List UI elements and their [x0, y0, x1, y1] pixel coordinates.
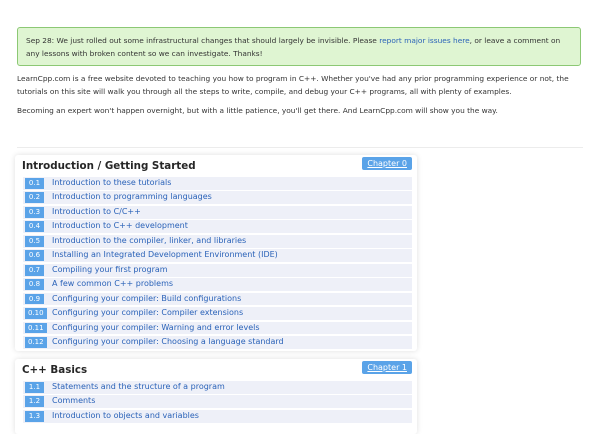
lesson-link[interactable]: Introduction to the compiler, linker, an…: [52, 235, 246, 248]
lesson-list: 0.1 Introduction to these tutorials 0.2 In…: [23, 177, 412, 351]
chapter-1-card: C++ Basics Chapter 1 1.1 Statements and t…: [15, 359, 417, 434]
lesson-number: 0.2: [25, 192, 44, 204]
lesson-link[interactable]: Configuring your compiler: Warning and e…: [52, 322, 260, 335]
chapter-0-card: Introduction / Getting Started Chapter 0…: [15, 155, 417, 351]
lesson-number: 0.9: [25, 293, 44, 305]
lesson-link[interactable]: Comments: [52, 395, 95, 408]
lesson-number: 0.3: [25, 206, 44, 218]
lesson-link[interactable]: Configuring your compiler: Choosing a la…: [52, 336, 284, 349]
lesson-row[interactable]: 0.1 Introduction to these tutorials: [23, 177, 412, 190]
lesson-row[interactable]: 0.10 Configuring your compiler: Compiler …: [23, 307, 412, 320]
lesson-number: 0.11: [25, 322, 47, 334]
chapter-badge[interactable]: Chapter 0: [362, 157, 412, 170]
announcement-banner: Sep 28: We just rolled out some infrastr…: [17, 27, 581, 66]
lesson-row[interactable]: 0.3 Introduction to C/C++: [23, 205, 412, 219]
chapter-badge[interactable]: Chapter 1: [362, 361, 412, 374]
lesson-list: 1.1 Statements and the structure of a pro…: [23, 381, 412, 424]
lesson-number: 0.7: [25, 264, 44, 276]
lesson-number: 0.10: [25, 308, 47, 319]
lesson-row[interactable]: 0.5 Introduction to the compiler, linker,…: [23, 234, 412, 248]
lesson-row[interactable]: 0.7 Compiling your first program: [23, 263, 412, 277]
lesson-link[interactable]: Statements and the structure of a progra…: [52, 381, 225, 394]
lesson-row[interactable]: 0.12 Configuring your compiler: Choosing …: [23, 336, 412, 349]
lesson-link[interactable]: Introduction to objects and variables: [52, 410, 199, 423]
lesson-number: 0.6: [25, 250, 44, 262]
lesson-link[interactable]: Introduction to these tutorials: [52, 177, 171, 190]
chapter-title: C++ Basics: [22, 364, 88, 376]
lesson-number: 1.3: [25, 410, 44, 422]
chapter-title: Introduction / Getting Started: [22, 160, 196, 172]
lesson-link[interactable]: Introduction to C++ development: [52, 220, 188, 233]
intro-paragraph: LearnCpp.com is a free website devoted t…: [17, 74, 569, 96]
lesson-row[interactable]: 0.11 Configuring your compiler: Warning a…: [23, 321, 412, 335]
lesson-link[interactable]: Installing an Integrated Development Env…: [52, 249, 278, 262]
lesson-link[interactable]: Compiling your first program: [52, 264, 168, 277]
lesson-number: 0.5: [25, 235, 44, 247]
divider: [17, 147, 583, 148]
lesson-row[interactable]: 1.1 Statements and the structure of a pro…: [23, 381, 412, 394]
lesson-link[interactable]: A few common C++ problems: [52, 278, 173, 291]
lesson-number: 0.1: [25, 178, 44, 189]
lesson-row[interactable]: 0.8 A few common C++ problems: [23, 278, 412, 291]
lesson-row[interactable]: 0.2 Introduction to programming languages: [23, 191, 412, 205]
lesson-row[interactable]: 1.3 Introduction to objects and variables: [23, 409, 412, 423]
lesson-number: 1.1: [25, 382, 44, 393]
intro-paragraph: Becoming an expert won't happen overnigh…: [17, 106, 498, 115]
lesson-row[interactable]: 1.2 Comments: [23, 395, 412, 409]
lesson-row[interactable]: 0.6 Installing an Integrated Development …: [23, 249, 412, 263]
lesson-link[interactable]: Configuring your compiler: Compiler exte…: [52, 307, 243, 320]
lesson-link[interactable]: Introduction to programming languages: [52, 191, 212, 204]
lesson-number: 0.12: [25, 337, 47, 348]
lesson-number: 0.8: [25, 279, 44, 290]
lesson-link[interactable]: Configuring your compiler: Build configu…: [52, 293, 241, 306]
lesson-number: 0.4: [25, 221, 44, 233]
lesson-row[interactable]: 0.4 Introduction to C++ development: [23, 220, 412, 234]
report-issues-link[interactable]: report major issues here: [379, 36, 469, 45]
lesson-row[interactable]: 0.9 Configuring your compiler: Build conf…: [23, 292, 412, 306]
lesson-link[interactable]: Introduction to C/C++: [52, 206, 141, 219]
site-intro: LearnCpp.com is a free website devoted t…: [17, 73, 583, 118]
announcement-text: Sep 28: We just rolled out some infrastr…: [26, 36, 380, 45]
lesson-number: 1.2: [25, 396, 44, 408]
